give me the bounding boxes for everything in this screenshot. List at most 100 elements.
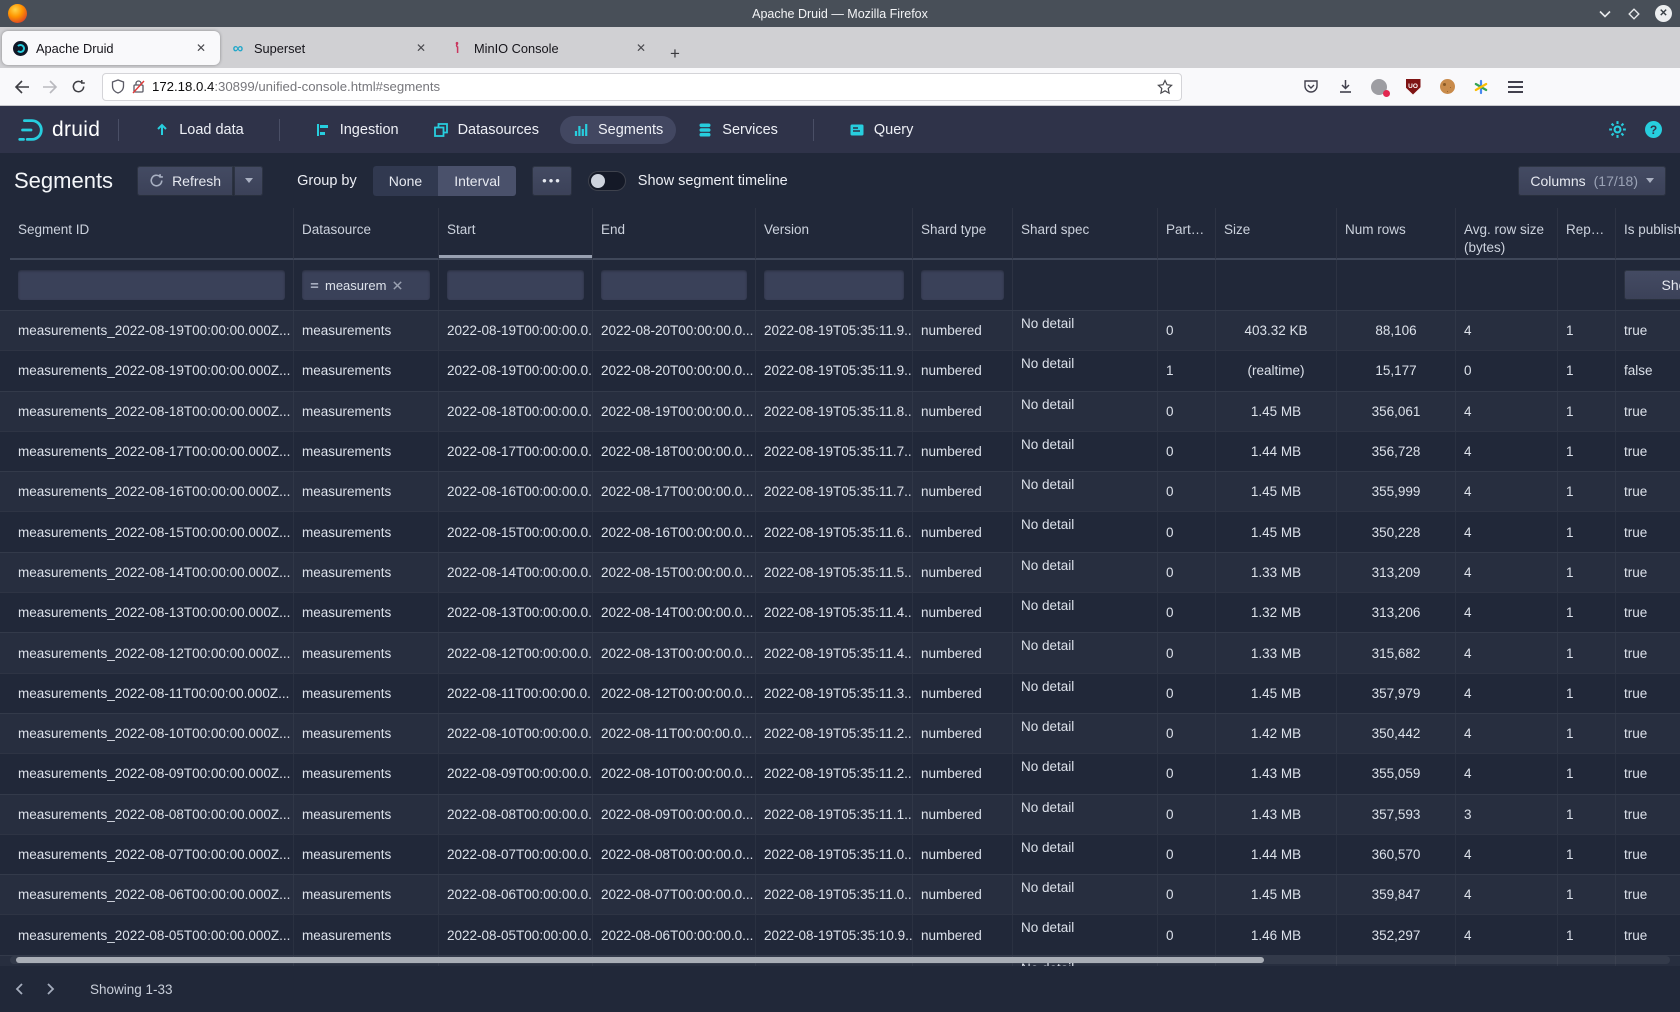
cell-partition[interactable]: 1: [1158, 351, 1216, 390]
cell-start[interactable]: 2022-08-16T00:00:00.0...: [439, 472, 593, 511]
cell-segment-id[interactable]: measurements_2022-08-08T00:00:00.000Z...: [10, 795, 294, 834]
cell-replication[interactable]: 1: [1558, 472, 1616, 511]
cell-size[interactable]: 403.32 KB: [1216, 311, 1337, 350]
cell-size[interactable]: 1.44 MB: [1216, 835, 1337, 874]
horizontal-scrollbar[interactable]: [10, 956, 1670, 964]
cell-segment-id[interactable]: measurements_2022-08-18T00:00:00.000Z...: [10, 392, 294, 431]
cell-shard-type[interactable]: numbered: [913, 553, 1013, 592]
cell-datasource[interactable]: measurements: [294, 432, 439, 471]
table-row[interactable]: measurements_2022-08-16T00:00:00.000Z...…: [0, 471, 1680, 511]
cell-end[interactable]: 2022-08-19T00:00:00.0...: [593, 392, 756, 431]
cell-end[interactable]: 2022-08-20T00:00:00.0...: [593, 351, 756, 390]
cell-replication[interactable]: 1: [1558, 512, 1616, 551]
cell-size[interactable]: 1.45 MB: [1216, 875, 1337, 914]
cell-version[interactable]: 2022-08-19T05:35:11.0...: [756, 835, 913, 874]
cell-num-rows[interactable]: 355,059: [1337, 754, 1456, 793]
cell-avg-row-size[interactable]: 4: [1456, 915, 1558, 954]
cell-version[interactable]: 2022-08-19T05:35:11.2...: [756, 714, 913, 753]
new-tab-button[interactable]: +: [660, 44, 690, 68]
column-header-replication[interactable]: Replication: [1558, 208, 1616, 260]
cell-partition[interactable]: 0: [1158, 915, 1216, 954]
cell-version[interactable]: 2022-08-19T05:35:11.4...: [756, 633, 913, 672]
cell-version[interactable]: 2022-08-19T05:35:11.6...: [756, 512, 913, 551]
cell-shard-type[interactable]: numbered: [913, 875, 1013, 914]
cell-version[interactable]: 2022-08-19T05:35:11.9...: [756, 351, 913, 390]
cell-is-published[interactable]: true: [1616, 392, 1680, 431]
cell-shard-type[interactable]: numbered: [913, 392, 1013, 431]
cell-is-published[interactable]: true: [1616, 875, 1680, 914]
cell-partition[interactable]: 0: [1158, 674, 1216, 713]
cell-version[interactable]: 2022-08-19T05:35:11.5...: [756, 553, 913, 592]
cell-size[interactable]: 1.43 MB: [1216, 795, 1337, 834]
cell-replication[interactable]: 1: [1558, 714, 1616, 753]
cell-start[interactable]: 2022-08-14T00:00:00.0...: [439, 553, 593, 592]
url-text[interactable]: 172.18.0.4:30899/unified-console.html#se…: [152, 79, 1150, 94]
cell-shard-type[interactable]: numbered: [913, 714, 1013, 753]
cookie-extension-icon[interactable]: [1438, 78, 1456, 96]
cell-replication[interactable]: 1: [1558, 674, 1616, 713]
cell-end[interactable]: 2022-08-07T00:00:00.0...: [593, 875, 756, 914]
cell-num-rows[interactable]: 360,570: [1337, 835, 1456, 874]
cell-datasource[interactable]: measurements: [294, 875, 439, 914]
cell-segment-id[interactable]: measurements_2022-08-14T00:00:00.000Z...: [10, 553, 294, 592]
columns-button[interactable]: Columns (17/18): [1518, 166, 1666, 196]
cell-size[interactable]: 1.45 MB: [1216, 472, 1337, 511]
column-header-shard-type[interactable]: Shard type: [913, 208, 1013, 260]
cell-start[interactable]: 2022-08-09T00:00:00.0...: [439, 754, 593, 793]
cell-start[interactable]: 2022-08-13T00:00:00.0...: [439, 593, 593, 632]
cell-partition[interactable]: 0: [1158, 835, 1216, 874]
cell-replication[interactable]: 1: [1558, 311, 1616, 350]
cell-end[interactable]: 2022-08-20T00:00:00.0...: [593, 311, 756, 350]
cell-shard-spec[interactable]: No detail: [1013, 472, 1158, 511]
cell-avg-row-size[interactable]: 0: [1456, 351, 1558, 390]
cell-start[interactable]: 2022-08-11T00:00:00.0...: [439, 674, 593, 713]
cell-num-rows[interactable]: 359,847: [1337, 875, 1456, 914]
cell-end[interactable]: 2022-08-14T00:00:00.0...: [593, 593, 756, 632]
cell-datasource[interactable]: measurements: [294, 512, 439, 551]
cell-replication[interactable]: 1: [1558, 432, 1616, 471]
cell-avg-row-size[interactable]: 4: [1456, 311, 1558, 350]
cell-segment-id[interactable]: measurements_2022-08-19T00:00:00.000Z...: [10, 351, 294, 390]
cell-avg-row-size[interactable]: 4: [1456, 432, 1558, 471]
back-button[interactable]: [8, 73, 36, 101]
close-button[interactable]: ✕: [1655, 5, 1672, 22]
group-by-interval-button[interactable]: Interval: [438, 166, 516, 196]
cell-is-published[interactable]: true: [1616, 512, 1680, 551]
cell-partition[interactable]: 0: [1158, 432, 1216, 471]
filter-input-version[interactable]: [764, 270, 904, 300]
multicolor-asterisk-icon[interactable]: [1472, 78, 1490, 96]
druid-logo[interactable]: druid: [16, 115, 100, 145]
forward-button[interactable]: [36, 73, 64, 101]
cell-partition[interactable]: 0: [1158, 311, 1216, 350]
table-row[interactable]: measurements_2022-08-13T00:00:00.000Z...…: [0, 592, 1680, 632]
cell-segment-id[interactable]: measurements_2022-08-16T00:00:00.000Z...: [10, 472, 294, 511]
table-row[interactable]: measurements_2022-08-14T00:00:00.000Z...…: [0, 552, 1680, 592]
cell-shard-type[interactable]: numbered: [913, 472, 1013, 511]
column-header-version[interactable]: Version: [756, 208, 913, 260]
segment-timeline-toggle[interactable]: [588, 171, 626, 191]
cell-shard-spec[interactable]: No detail: [1013, 875, 1158, 914]
cell-size[interactable]: 1.46 MB: [1216, 915, 1337, 954]
cell-shard-type[interactable]: numbered: [913, 795, 1013, 834]
bookmark-star-icon[interactable]: [1157, 79, 1173, 95]
cell-segment-id[interactable]: measurements_2022-08-13T00:00:00.000Z...: [10, 593, 294, 632]
cell-size[interactable]: 1.45 MB: [1216, 512, 1337, 551]
tab-apache-druid[interactable]: Apache Druid ✕: [2, 31, 220, 65]
cell-partition[interactable]: 0: [1158, 714, 1216, 753]
cell-replication[interactable]: 1: [1558, 593, 1616, 632]
cell-shard-type[interactable]: numbered: [913, 674, 1013, 713]
cell-datasource[interactable]: measurements: [294, 311, 439, 350]
cell-shard-spec[interactable]: No detail: [1013, 512, 1158, 551]
cell-num-rows[interactable]: 352,297: [1337, 915, 1456, 954]
cell-segment-id[interactable]: measurements_2022-08-11T00:00:00.000Z...: [10, 674, 294, 713]
cell-avg-row-size[interactable]: 4: [1456, 593, 1558, 632]
cell-avg-row-size[interactable]: 4: [1456, 714, 1558, 753]
tab-close-icon[interactable]: ✕: [192, 39, 210, 57]
cell-partition[interactable]: 0: [1158, 593, 1216, 632]
cell-datasource[interactable]: measurements: [294, 915, 439, 954]
cell-shard-type[interactable]: numbered: [913, 593, 1013, 632]
cell-shard-type[interactable]: numbered: [913, 351, 1013, 390]
cell-end[interactable]: 2022-08-15T00:00:00.0...: [593, 553, 756, 592]
cell-end[interactable]: 2022-08-06T00:00:00.0...: [593, 915, 756, 954]
cell-end[interactable]: 2022-08-12T00:00:00.0...: [593, 674, 756, 713]
